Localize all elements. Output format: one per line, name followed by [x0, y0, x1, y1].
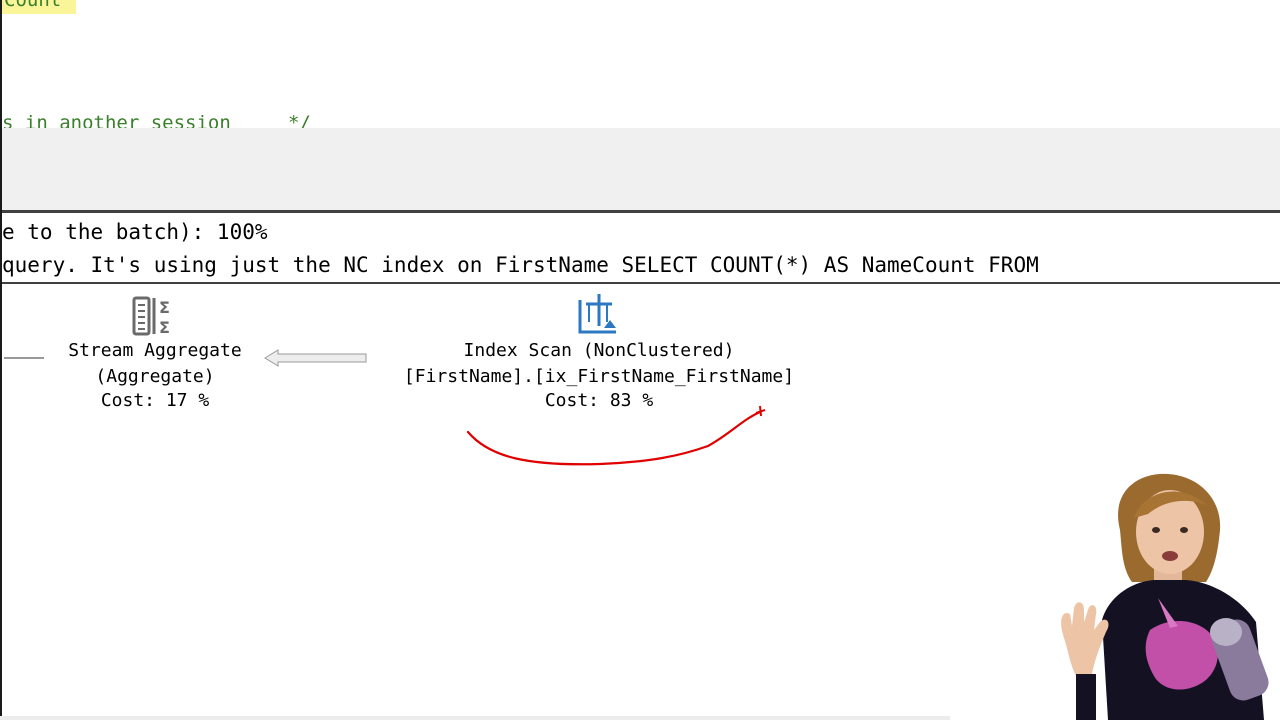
- query-editor[interactable]: Count s in another session */: [0, 0, 1280, 128]
- plan-edge-arrow: [264, 349, 367, 367]
- index-scan-name: Index Scan (NonClustered): [463, 340, 735, 361]
- query-cost-line: e to the batch): 100%: [2, 220, 268, 244]
- stream-aggregate-cost: Cost: 17 %: [100, 390, 210, 411]
- bottom-strip: [0, 716, 950, 720]
- plan-edge-left: [4, 357, 44, 359]
- index-scan-icon: [578, 294, 616, 334]
- stream-aggregate-subtitle: (Aggregate): [95, 366, 215, 387]
- highlighted-token: Count: [2, 0, 76, 14]
- query-header: e to the batch): 100% query. It's using …: [2, 210, 1280, 284]
- stream-aggregate-icon: Σ Σ: [132, 296, 170, 337]
- stream-aggregate-node[interactable]: Σ Σ Stream Aggregate (Aggregate) Cost: 1…: [44, 294, 266, 412]
- index-scan-node[interactable]: Index Scan (NonClustered) [FirstName].[i…: [374, 292, 824, 412]
- pane-splitter[interactable]: [0, 128, 1280, 210]
- red-annotation-underline: [466, 405, 766, 466]
- index-scan-object: [FirstName].[ix_FirstName_FirstName]: [403, 366, 795, 387]
- comment-line: s in another session */: [2, 112, 311, 128]
- svg-text:Σ: Σ: [159, 318, 170, 337]
- stream-aggregate-name: Stream Aggregate: [68, 340, 242, 361]
- query-text-line: query. It's using just the NC index on F…: [2, 253, 1039, 277]
- svg-text:Σ: Σ: [159, 298, 170, 317]
- presenter-video: [1061, 473, 1269, 720]
